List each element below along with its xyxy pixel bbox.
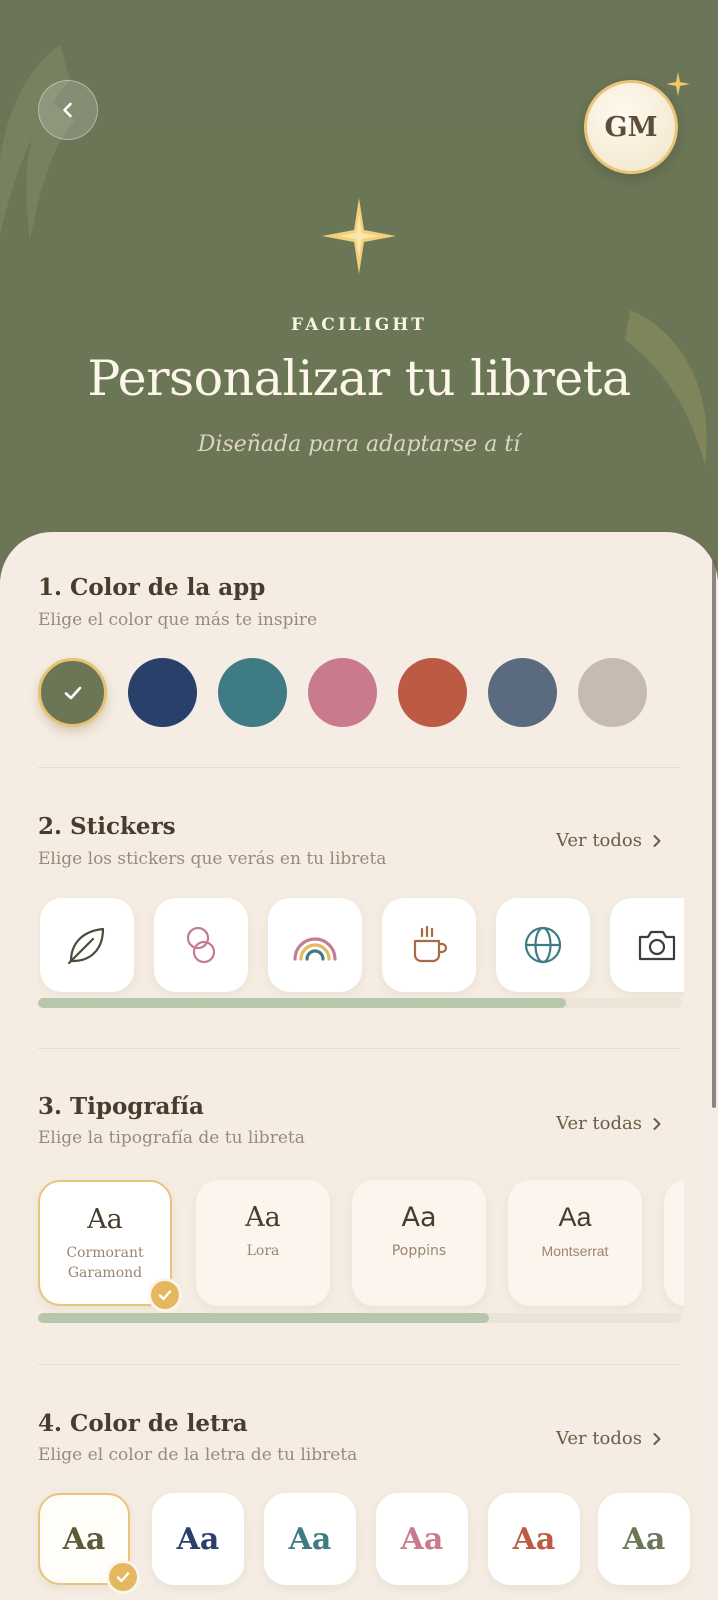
see-all-label: Ver todas <box>556 1113 642 1134</box>
check-icon <box>116 1572 130 1583</box>
camera-icon <box>638 930 676 961</box>
section-subtitle-stickers: Elige los stickers que verás en tu libre… <box>38 849 387 869</box>
leaf-decoration-icon <box>0 45 75 240</box>
chevron-left-icon <box>63 102 72 118</box>
section-subtitle-typography: Elige la tipografía de tu libreta <box>38 1128 305 1148</box>
hero-header: GM FACILIGHT Personalizar tu libreta Dis… <box>0 0 718 580</box>
section-divider <box>38 1364 680 1365</box>
selected-badge <box>106 1560 140 1594</box>
stickers-scroll-thumb[interactable] <box>38 998 566 1008</box>
see-all-label: Ver todos <box>556 830 642 851</box>
compass-star-icon <box>322 198 396 274</box>
page-subtitle: Diseñada para adaptarse a tí <box>197 432 521 457</box>
text-color-option-terracotta[interactable]: Aa <box>488 1493 580 1585</box>
avatar[interactable]: GM <box>584 80 678 174</box>
text-color-sample: Aa <box>288 1521 332 1557</box>
globe-icon <box>524 926 562 964</box>
color-swatch-slate[interactable] <box>488 658 557 727</box>
brand-name: FACILIGHT <box>291 315 427 335</box>
section-title-typography: 3. Tipografía <box>38 1093 204 1120</box>
coffee-cup-icon <box>413 925 448 963</box>
color-swatch-teal[interactable] <box>218 658 287 727</box>
avatar-initials: GM <box>604 111 658 143</box>
section-title-text-color: 4. Color de letra <box>38 1410 248 1437</box>
color-swatch-olive[interactable] <box>38 658 107 727</box>
stickers-scroll-track[interactable] <box>38 998 682 1008</box>
color-swatch-stone[interactable] <box>578 658 647 727</box>
chevron-right-icon <box>653 834 661 847</box>
sticker-rings[interactable] <box>154 898 248 992</box>
check-icon <box>64 686 81 699</box>
chevron-right-icon <box>653 1432 661 1445</box>
text-color-option-pink[interactable]: Aa <box>376 1493 468 1585</box>
section-subtitle-color: Elige el color que más te inspire <box>38 610 318 630</box>
selected-badge <box>148 1278 182 1312</box>
see-all-fonts-link[interactable]: Ver todas <box>556 1113 662 1134</box>
text-color-sample: Aa <box>622 1521 666 1557</box>
fonts-scroll-track[interactable] <box>38 1313 682 1323</box>
fonts-scroll-thumb[interactable] <box>38 1313 489 1323</box>
section-divider <box>38 1048 680 1049</box>
text-color-sample: Aa <box>512 1521 556 1557</box>
page-title: Personalizar tu libreta <box>87 350 631 407</box>
sparkle-icon <box>666 72 690 96</box>
text-color-option-navy[interactable]: Aa <box>152 1493 244 1585</box>
sticker-leaf[interactable] <box>40 898 134 992</box>
text-color-option-teal[interactable]: Aa <box>264 1493 356 1585</box>
rings-icon <box>186 926 216 964</box>
text-color-sample: Aa <box>400 1521 444 1557</box>
color-swatch-pink[interactable] <box>308 658 377 727</box>
check-icon <box>158 1290 172 1301</box>
chevron-right-icon <box>653 1117 661 1130</box>
back-button[interactable] <box>38 80 98 140</box>
see-all-label: Ver todos <box>556 1428 642 1449</box>
text-color-option-sage[interactable]: Aa <box>598 1493 690 1585</box>
text-color-sample: Aa <box>62 1521 106 1557</box>
see-all-text-colors-link[interactable]: Ver todos <box>556 1428 662 1449</box>
sticker-globe[interactable] <box>496 898 590 992</box>
page-scrollbar[interactable] <box>712 560 716 1108</box>
color-swatch-navy[interactable] <box>128 658 197 727</box>
sticker-rainbow[interactable] <box>268 898 362 992</box>
section-title-color: 1. Color de la app <box>38 574 266 601</box>
text-color-sample: Aa <box>176 1521 220 1557</box>
color-swatch-terracotta[interactable] <box>398 658 467 727</box>
rainbow-icon <box>293 937 337 961</box>
sticker-coffee[interactable] <box>382 898 476 992</box>
section-divider <box>38 767 680 768</box>
sticker-row <box>38 890 684 1002</box>
see-all-stickers-link[interactable]: Ver todos <box>556 830 662 851</box>
sticker-camera[interactable] <box>610 898 684 992</box>
leaf-icon <box>67 927 105 965</box>
section-subtitle-text-color: Elige el color de la letra de tu libreta <box>38 1445 358 1465</box>
section-title-stickers: 2. Stickers <box>38 813 176 840</box>
